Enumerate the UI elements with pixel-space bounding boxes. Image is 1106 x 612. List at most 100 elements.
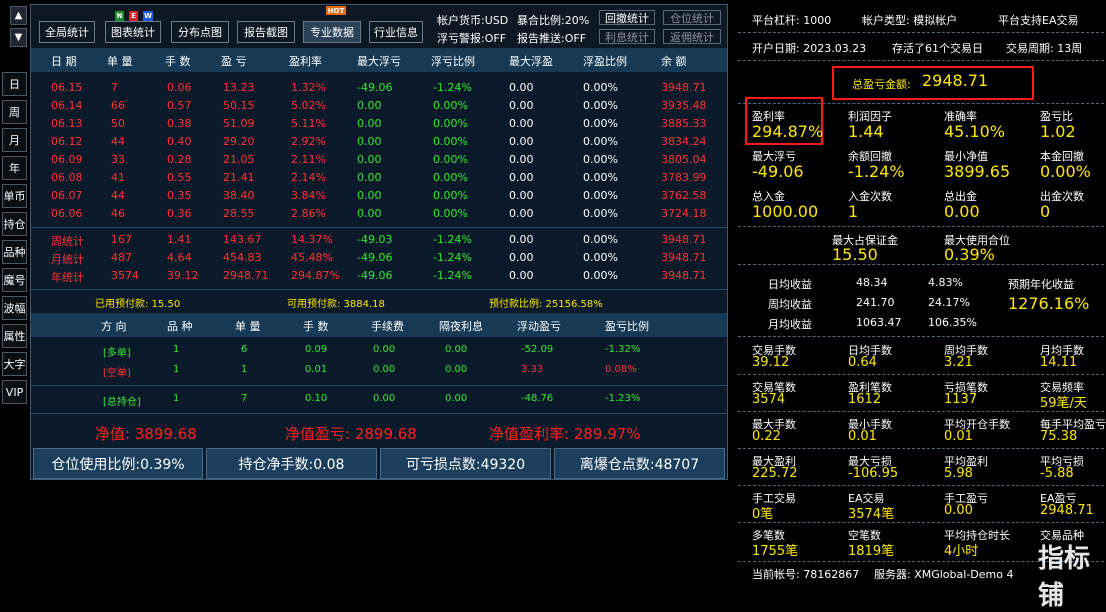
- position-stats-button[interactable]: 仓位统计: [663, 10, 721, 25]
- float-loss-alert[interactable]: 浮亏警报:OFF: [437, 30, 506, 46]
- nav-vip[interactable]: VIP: [2, 380, 27, 404]
- trade-stat-value: 59笔/天: [1040, 396, 1087, 411]
- margin-stat-value: 15.50: [832, 245, 878, 264]
- table-cell: 0.00%: [583, 207, 618, 220]
- total-pl-value: 2948.71: [922, 71, 989, 90]
- table-cell: 0.00: [357, 153, 382, 166]
- nav-day[interactable]: 日: [2, 72, 27, 96]
- table-cell: 1.32%: [291, 81, 326, 94]
- summary-cell: 1.41: [167, 233, 192, 246]
- scroll-down-button[interactable]: ▼: [10, 28, 27, 47]
- summary-cell: 3948.71: [661, 269, 707, 282]
- loss-points-available: 可亏损点数:49320: [380, 448, 551, 479]
- divider: [31, 385, 727, 386]
- global-stats-button[interactable]: 全局统计: [39, 21, 95, 43]
- table-cell: 0.00: [509, 117, 534, 130]
- rebate-stats-button[interactable]: 返佣统计: [663, 29, 721, 44]
- industry-info-button[interactable]: 行业信息: [369, 21, 423, 43]
- nav-symbols[interactable]: 品种: [2, 240, 27, 264]
- leverage: 平台杠杆: 1000: [752, 14, 832, 27]
- net-value: 净值: 3899.68: [95, 425, 197, 443]
- nav-magic[interactable]: 魔号: [2, 268, 27, 292]
- nav-year[interactable]: 年: [2, 156, 27, 180]
- table-cell: 0.00: [357, 207, 382, 220]
- drawdown-stats-button[interactable]: 回撤统计: [599, 10, 655, 25]
- trade-stat-value: 75.38: [1040, 429, 1078, 444]
- table-cell: 5.02%: [291, 99, 326, 112]
- nav-week[interactable]: 周: [2, 100, 27, 124]
- table-row: 06.13 50 0.38 51.09 5.11% 0.00 0.00% 0.00 0.00% 3…: [31, 115, 727, 133]
- income-amount: 1063.47: [856, 316, 902, 329]
- table-cell: 41: [111, 171, 125, 184]
- table-cell: 0.00: [509, 81, 534, 94]
- table-cell: -1.24%: [433, 81, 472, 94]
- nav-single-currency[interactable]: 单币: [2, 184, 27, 208]
- distribution-chart-button[interactable]: 分布点图: [171, 21, 229, 43]
- new-badge-n: N: [115, 11, 124, 21]
- points-to-margin-call: 离爆仓点数:48707: [554, 448, 725, 479]
- separator: [738, 411, 1104, 412]
- nav-volatility[interactable]: 波幅: [2, 296, 27, 320]
- positions-header: 方 向 品 种 单 量 手 数 手续费 隔夜利息 浮动盈亏 盈亏比例: [31, 313, 727, 337]
- table-cell: 38.40: [223, 189, 255, 202]
- pos-col-float-pl: 浮动盈亏: [517, 320, 561, 333]
- nav-attributes[interactable]: 属性: [2, 324, 27, 348]
- nav-large-font[interactable]: 大字: [2, 352, 27, 376]
- summary-cell: -49.06: [357, 251, 393, 264]
- table-cell: 0.00: [357, 171, 382, 184]
- trade-stat-value: 225.72: [752, 466, 798, 481]
- account-type: 帐户类型: 模拟帐户: [862, 14, 958, 27]
- summary-cell: 167: [111, 233, 132, 246]
- summary-row: 月统计 487 4.64 454.83 45.48% -49.06 -1.24% 0.00 0.…: [31, 249, 727, 267]
- report-push[interactable]: 报告推送:OFF: [517, 30, 586, 46]
- summary-cell: 14.37%: [291, 233, 333, 246]
- chart-stats-button[interactable]: 图表统计: [105, 21, 161, 43]
- watermark-logo: 指标铺: [1038, 544, 1091, 611]
- table-cell: 3805.04: [661, 153, 707, 166]
- summary-cell: 年统计: [51, 271, 84, 284]
- trade-stat-value: 1755笔: [752, 544, 799, 559]
- trade-stat-value: 1137: [944, 392, 978, 407]
- table-cell: -49.06: [357, 81, 393, 94]
- trade-stat-value: 4小时: [944, 544, 979, 559]
- position-cell: 0.08%: [605, 364, 637, 375]
- table-cell: 0.00%: [433, 135, 468, 148]
- position-cell: 0.00: [445, 364, 468, 375]
- table-cell: 2.14%: [291, 171, 326, 184]
- position-cell: 1: [241, 364, 248, 375]
- divider: [31, 289, 727, 290]
- table-cell: 3.84%: [291, 189, 326, 202]
- table-cell: 06.06: [51, 207, 83, 220]
- net-profit-rate: 净值盈利率: 289.97%: [489, 425, 641, 443]
- trade-stat-value: 3574: [752, 392, 786, 407]
- position-total-cell: -48.76: [521, 393, 554, 404]
- table-cell: 3885.33: [661, 117, 707, 130]
- position-cell: 1: [173, 364, 180, 375]
- stat-value: -49.06: [752, 162, 804, 181]
- trade-stat-value: 39.12: [752, 355, 790, 370]
- table-cell: 0.00: [357, 189, 382, 202]
- table-row: 06.07 44 0.35 38.40 3.84% 0.00 0.00% 0.00 0.00% 3…: [31, 187, 727, 205]
- pos-col-direction: 方 向: [101, 320, 127, 333]
- trade-stat-value: 0.01: [848, 429, 877, 444]
- report-screenshot-button[interactable]: 报告截图: [237, 21, 295, 43]
- summary-cell: 0.00%: [583, 233, 618, 246]
- table-row: 06.08 41 0.55 21.41 2.14% 0.00 0.00% 0.00 0.00% 3…: [31, 169, 727, 187]
- table-cell: 0.00%: [583, 135, 618, 148]
- nav-month[interactable]: 月: [2, 128, 27, 152]
- pro-data-button[interactable]: 专业数据: [303, 21, 361, 43]
- interest-stats-button[interactable]: 利息统计: [599, 29, 655, 44]
- table-cell: 0.00: [509, 135, 534, 148]
- divider: [31, 413, 727, 414]
- table-cell: 50.15: [223, 99, 255, 112]
- separator: [738, 485, 1104, 486]
- trade-stat-value: 0.22: [752, 429, 781, 444]
- scroll-up-button[interactable]: ▲: [10, 6, 27, 25]
- nav-positions[interactable]: 持仓: [2, 212, 27, 236]
- table-cell: 0.00: [509, 207, 534, 220]
- trade-stat-value: 3574笔: [848, 507, 895, 522]
- position-total-cell: 0.10: [305, 393, 328, 404]
- margin-stat-value: 0.39%: [944, 245, 995, 264]
- table-cell: 0.00%: [583, 189, 618, 202]
- table-cell: 44: [111, 135, 125, 148]
